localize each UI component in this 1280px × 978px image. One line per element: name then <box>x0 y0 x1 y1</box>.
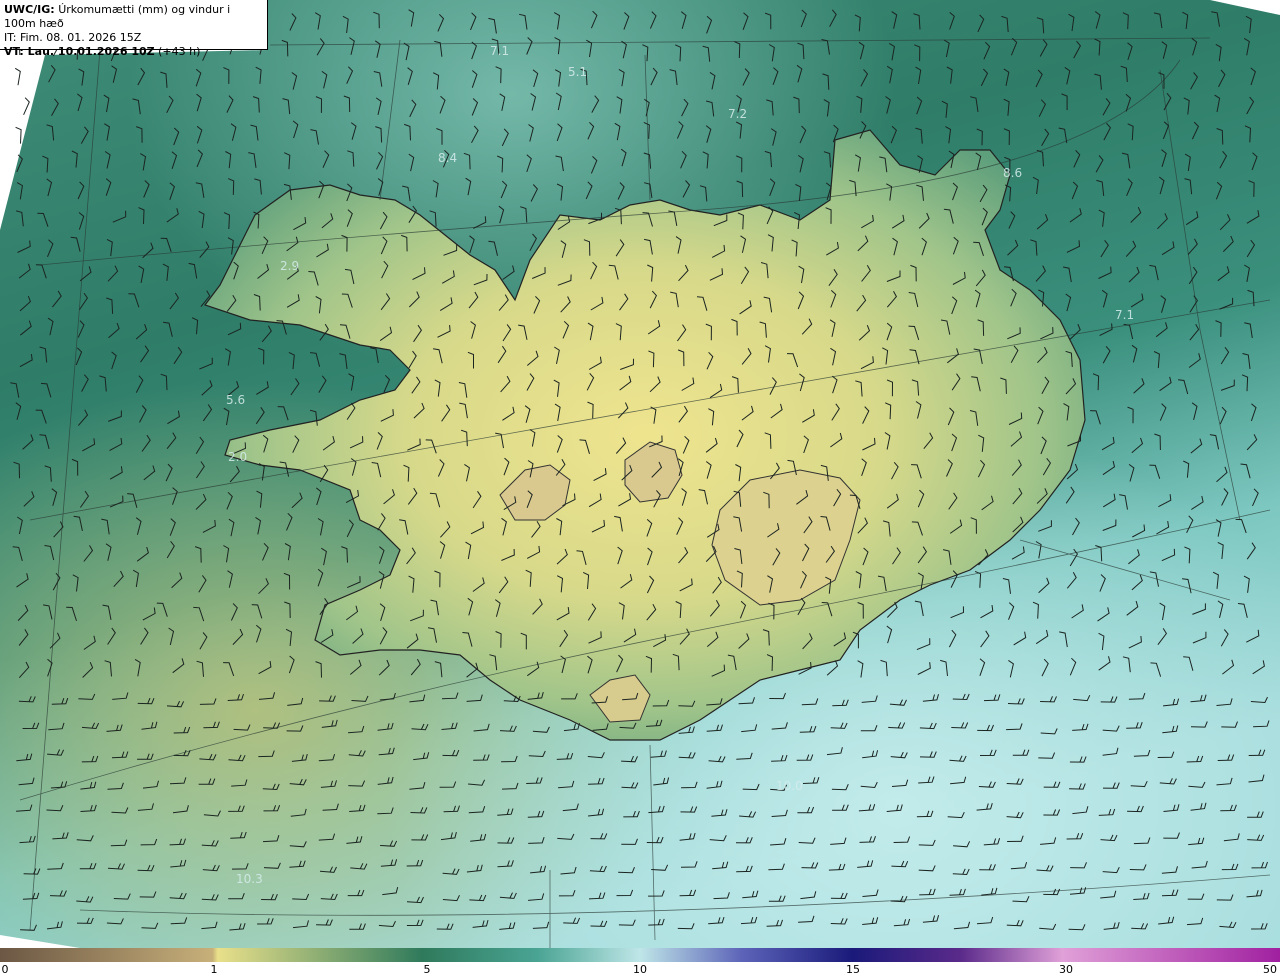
valid-time: VT: Lau. 10.01.2026 10Z <box>4 45 155 58</box>
value-label: 10.3 <box>236 872 263 886</box>
colorbar-tick: 50 <box>1263 963 1277 976</box>
colorbar-tick: 1 <box>210 963 218 976</box>
value-label: 7.1 <box>490 44 509 58</box>
value-label: 8.6 <box>1003 166 1022 180</box>
title-line: UWC/IG: Úrkomumætti (mm) og vindur i 100… <box>4 3 263 31</box>
valid-time-line: VT: Lau. 10.01.2026 10Z (+43 h) <box>4 45 263 59</box>
value-label: 7.1 <box>1115 308 1134 322</box>
value-label: 2.0 <box>228 450 247 464</box>
colorbar <box>0 948 1280 962</box>
colorbar-tick: 30 <box>1059 963 1073 976</box>
colorbar-tick: 15 <box>846 963 860 976</box>
colorbar-tick-labels: 0 1 5 10 15 30 50 <box>0 962 1280 978</box>
lead-time: (+43 h) <box>158 45 201 58</box>
value-label: 10.0 <box>776 779 803 793</box>
value-label: 7.2 <box>728 107 747 121</box>
map-header: UWC/IG: Úrkomumætti (mm) og vindur i 100… <box>0 0 268 58</box>
value-label: 5.1 <box>568 65 587 79</box>
colorbar-tick: 10 <box>633 963 647 976</box>
value-label: 8.4 <box>438 151 457 165</box>
value-label: 2.9 <box>280 259 299 273</box>
value-label: 5.6 <box>226 393 245 407</box>
colorbar-tick: 5 <box>423 963 431 976</box>
weather-map: 7.1 5.1 7.2 8.4 8.6 2.9 7.1 5.6 2.0 10.0… <box>0 0 1280 948</box>
product-code: UWC/IG: <box>4 3 55 16</box>
colorbar-tick: 0 <box>1 963 9 976</box>
issue-time: IT: Fim. 08. 01. 2026 15Z <box>4 31 142 44</box>
